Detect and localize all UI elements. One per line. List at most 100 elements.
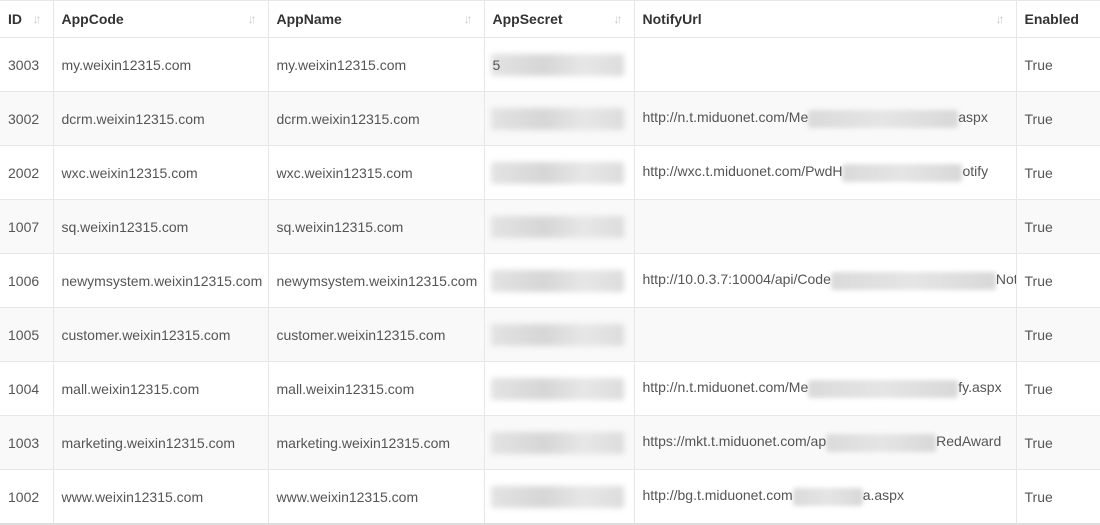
cell-appsecret — [484, 361, 635, 416]
cell-appname: mall.weixin12315.com — [268, 361, 485, 416]
cell-appsecret — [484, 307, 635, 362]
cell-appsecret — [484, 199, 635, 254]
sort-arrows-icon[interactable]: ↓↑ — [248, 12, 260, 26]
notifyurl-visible-start: http://10.0.3.7:10004/api/Code — [642, 271, 831, 288]
cell-id: 1007 — [0, 199, 54, 254]
cell-appname: sq.weixin12315.com — [268, 199, 485, 254]
cell-appsecret: 5 — [484, 37, 635, 92]
table-row[interactable]: 2002 wxc.weixin12315.com wxc.weixin12315.c… — [0, 145, 1100, 200]
table-row[interactable]: 1005 customer.weixin12315.com customer.wei… — [0, 307, 1100, 362]
redacted-blur — [490, 324, 624, 346]
column-header-label: AppName — [276, 11, 342, 27]
notifyurl-visible-end: aspx — [958, 109, 988, 126]
cell-enabled: True — [1016, 253, 1100, 308]
notifyurl-visible-end: fy.aspx — [958, 379, 1002, 396]
cell-appcode: sq.weixin12315.com — [53, 199, 269, 254]
cell-id: 1006 — [0, 253, 54, 308]
cell-appname: marketing.weixin12315.com — [268, 415, 485, 470]
redacted-blur — [490, 432, 624, 454]
cell-notifyurl: http://wxc.t.miduonet.com/PwdH otify — [634, 145, 1017, 200]
table-row[interactable]: 1003 marketing.weixin12315.com marketing.w… — [0, 415, 1100, 470]
table-row[interactable]: 1006 newymsystem.weixin12315.com newymsyst… — [0, 253, 1100, 308]
cell-enabled: True — [1016, 37, 1100, 92]
cell-notifyurl: http://n.t.miduonet.com/Me fy.aspx — [634, 361, 1017, 416]
cell-appsecret — [484, 145, 635, 200]
notifyurl-visible-start: http://wxc.t.miduonet.com/PwdH — [642, 163, 843, 180]
table-row[interactable]: 3003 my.weixin12315.com my.weixin12315.com… — [0, 37, 1100, 92]
redacted-blur — [490, 216, 624, 238]
cell-appcode: marketing.weixin12315.com — [53, 415, 269, 470]
cell-enabled: True — [1016, 469, 1100, 525]
redacted-blur — [490, 108, 624, 130]
column-header-label: ID — [8, 11, 22, 27]
sort-arrows-icon[interactable]: ↓↑ — [614, 12, 626, 26]
table-row[interactable]: 1002 www.weixin12315.com www.weixin12315.c… — [0, 469, 1100, 525]
cell-id: 2002 — [0, 145, 54, 200]
cell-enabled: True — [1016, 199, 1100, 254]
cell-enabled: True — [1016, 145, 1100, 200]
column-header-notifyurl[interactable]: NotifyUrl ↓↑ — [634, 0, 1017, 38]
redacted-blur — [793, 488, 863, 506]
cell-appname: dcrm.weixin12315.com — [268, 91, 485, 146]
cell-id: 3003 — [0, 37, 54, 92]
notifyurl-visible-start: http://bg.t.miduonet.com — [642, 487, 793, 504]
column-header-enabled[interactable]: Enabled↓↑ — [1016, 0, 1100, 38]
cell-appname: newymsystem.weixin12315.com — [268, 253, 485, 308]
cell-enabled: True — [1016, 91, 1100, 146]
cell-appcode: customer.weixin12315.com — [53, 307, 269, 362]
notifyurl-visible-end: Notify — [995, 271, 1016, 288]
column-header-appsecret[interactable]: AppSecret ↓↑ — [484, 0, 635, 38]
table-row[interactable]: 1007 sq.weixin12315.com sq.weixin12315.com… — [0, 199, 1100, 254]
cell-id: 1003 — [0, 415, 54, 470]
cell-notifyurl: http://bg.t.miduonet.com a.aspx — [634, 469, 1017, 525]
column-header-appcode[interactable]: AppCode ↓↑ — [53, 0, 269, 38]
notifyurl-visible-end: otify — [962, 163, 989, 180]
cell-appsecret — [484, 91, 635, 146]
notifyurl-visible-start: https://mkt.t.miduonet.com/ap — [642, 433, 827, 450]
redacted-blur — [842, 164, 962, 182]
cell-enabled: True — [1016, 361, 1100, 416]
sort-arrows-icon[interactable]: ↓↑ — [33, 12, 45, 26]
redacted-blur — [808, 110, 958, 128]
cell-id: 3002 — [0, 91, 54, 146]
table-row[interactable]: 1004 mall.weixin12315.com mall.weixin12315… — [0, 361, 1100, 416]
cell-id: 1004 — [0, 361, 54, 416]
cell-id: 1005 — [0, 307, 54, 362]
table-header-row: ID ↓↑ AppCode ↓↑ AppName ↓↑ AppSecret ↓↑ Not… — [0, 0, 1100, 38]
cell-notifyurl — [634, 199, 1017, 254]
cell-appsecret — [484, 253, 635, 308]
redacted-blur — [808, 380, 958, 398]
cell-appname: wxc.weixin12315.com — [268, 145, 485, 200]
notifyurl-visible-end: RedAward — [936, 433, 1002, 450]
redacted-blur — [490, 486, 624, 508]
cell-enabled: True — [1016, 307, 1100, 362]
sort-arrows-icon[interactable]: ↓↑ — [996, 12, 1008, 26]
column-header-id[interactable]: ID ↓↑ — [0, 0, 54, 38]
cell-enabled: True — [1016, 415, 1100, 470]
redacted-blur — [490, 54, 624, 76]
cell-appcode: my.weixin12315.com — [53, 37, 269, 92]
column-header-label: Enabled — [1024, 11, 1079, 27]
cell-id: 1002 — [0, 469, 54, 525]
table-row[interactable]: 3002 dcrm.weixin12315.com dcrm.weixin12315… — [0, 91, 1100, 146]
redacted-blur — [831, 272, 996, 290]
cell-appcode: dcrm.weixin12315.com — [53, 91, 269, 146]
cell-appsecret — [484, 415, 635, 470]
cell-notifyurl: http://n.t.miduonet.com/Me aspx — [634, 91, 1017, 146]
cell-appname: my.weixin12315.com — [268, 37, 485, 92]
cell-appname: www.weixin12315.com — [268, 469, 485, 525]
cell-appcode: newymsystem.weixin12315.com — [53, 253, 269, 308]
redacted-blur — [826, 434, 936, 452]
redacted-blur — [490, 162, 624, 184]
redacted-blur — [490, 378, 624, 400]
cell-appcode: wxc.weixin12315.com — [53, 145, 269, 200]
sort-arrows-icon[interactable]: ↓↑ — [464, 12, 476, 26]
column-header-label: NotifyUrl — [642, 11, 702, 27]
redacted-blur — [490, 270, 624, 292]
notifyurl-visible-start: http://n.t.miduonet.com/Me — [642, 379, 809, 396]
notifyurl-visible-end: a.aspx — [862, 487, 904, 504]
cell-appsecret — [484, 469, 635, 525]
cell-appname: customer.weixin12315.com — [268, 307, 485, 362]
column-header-label: AppSecret — [492, 11, 563, 27]
column-header-appname[interactable]: AppName ↓↑ — [268, 0, 485, 38]
